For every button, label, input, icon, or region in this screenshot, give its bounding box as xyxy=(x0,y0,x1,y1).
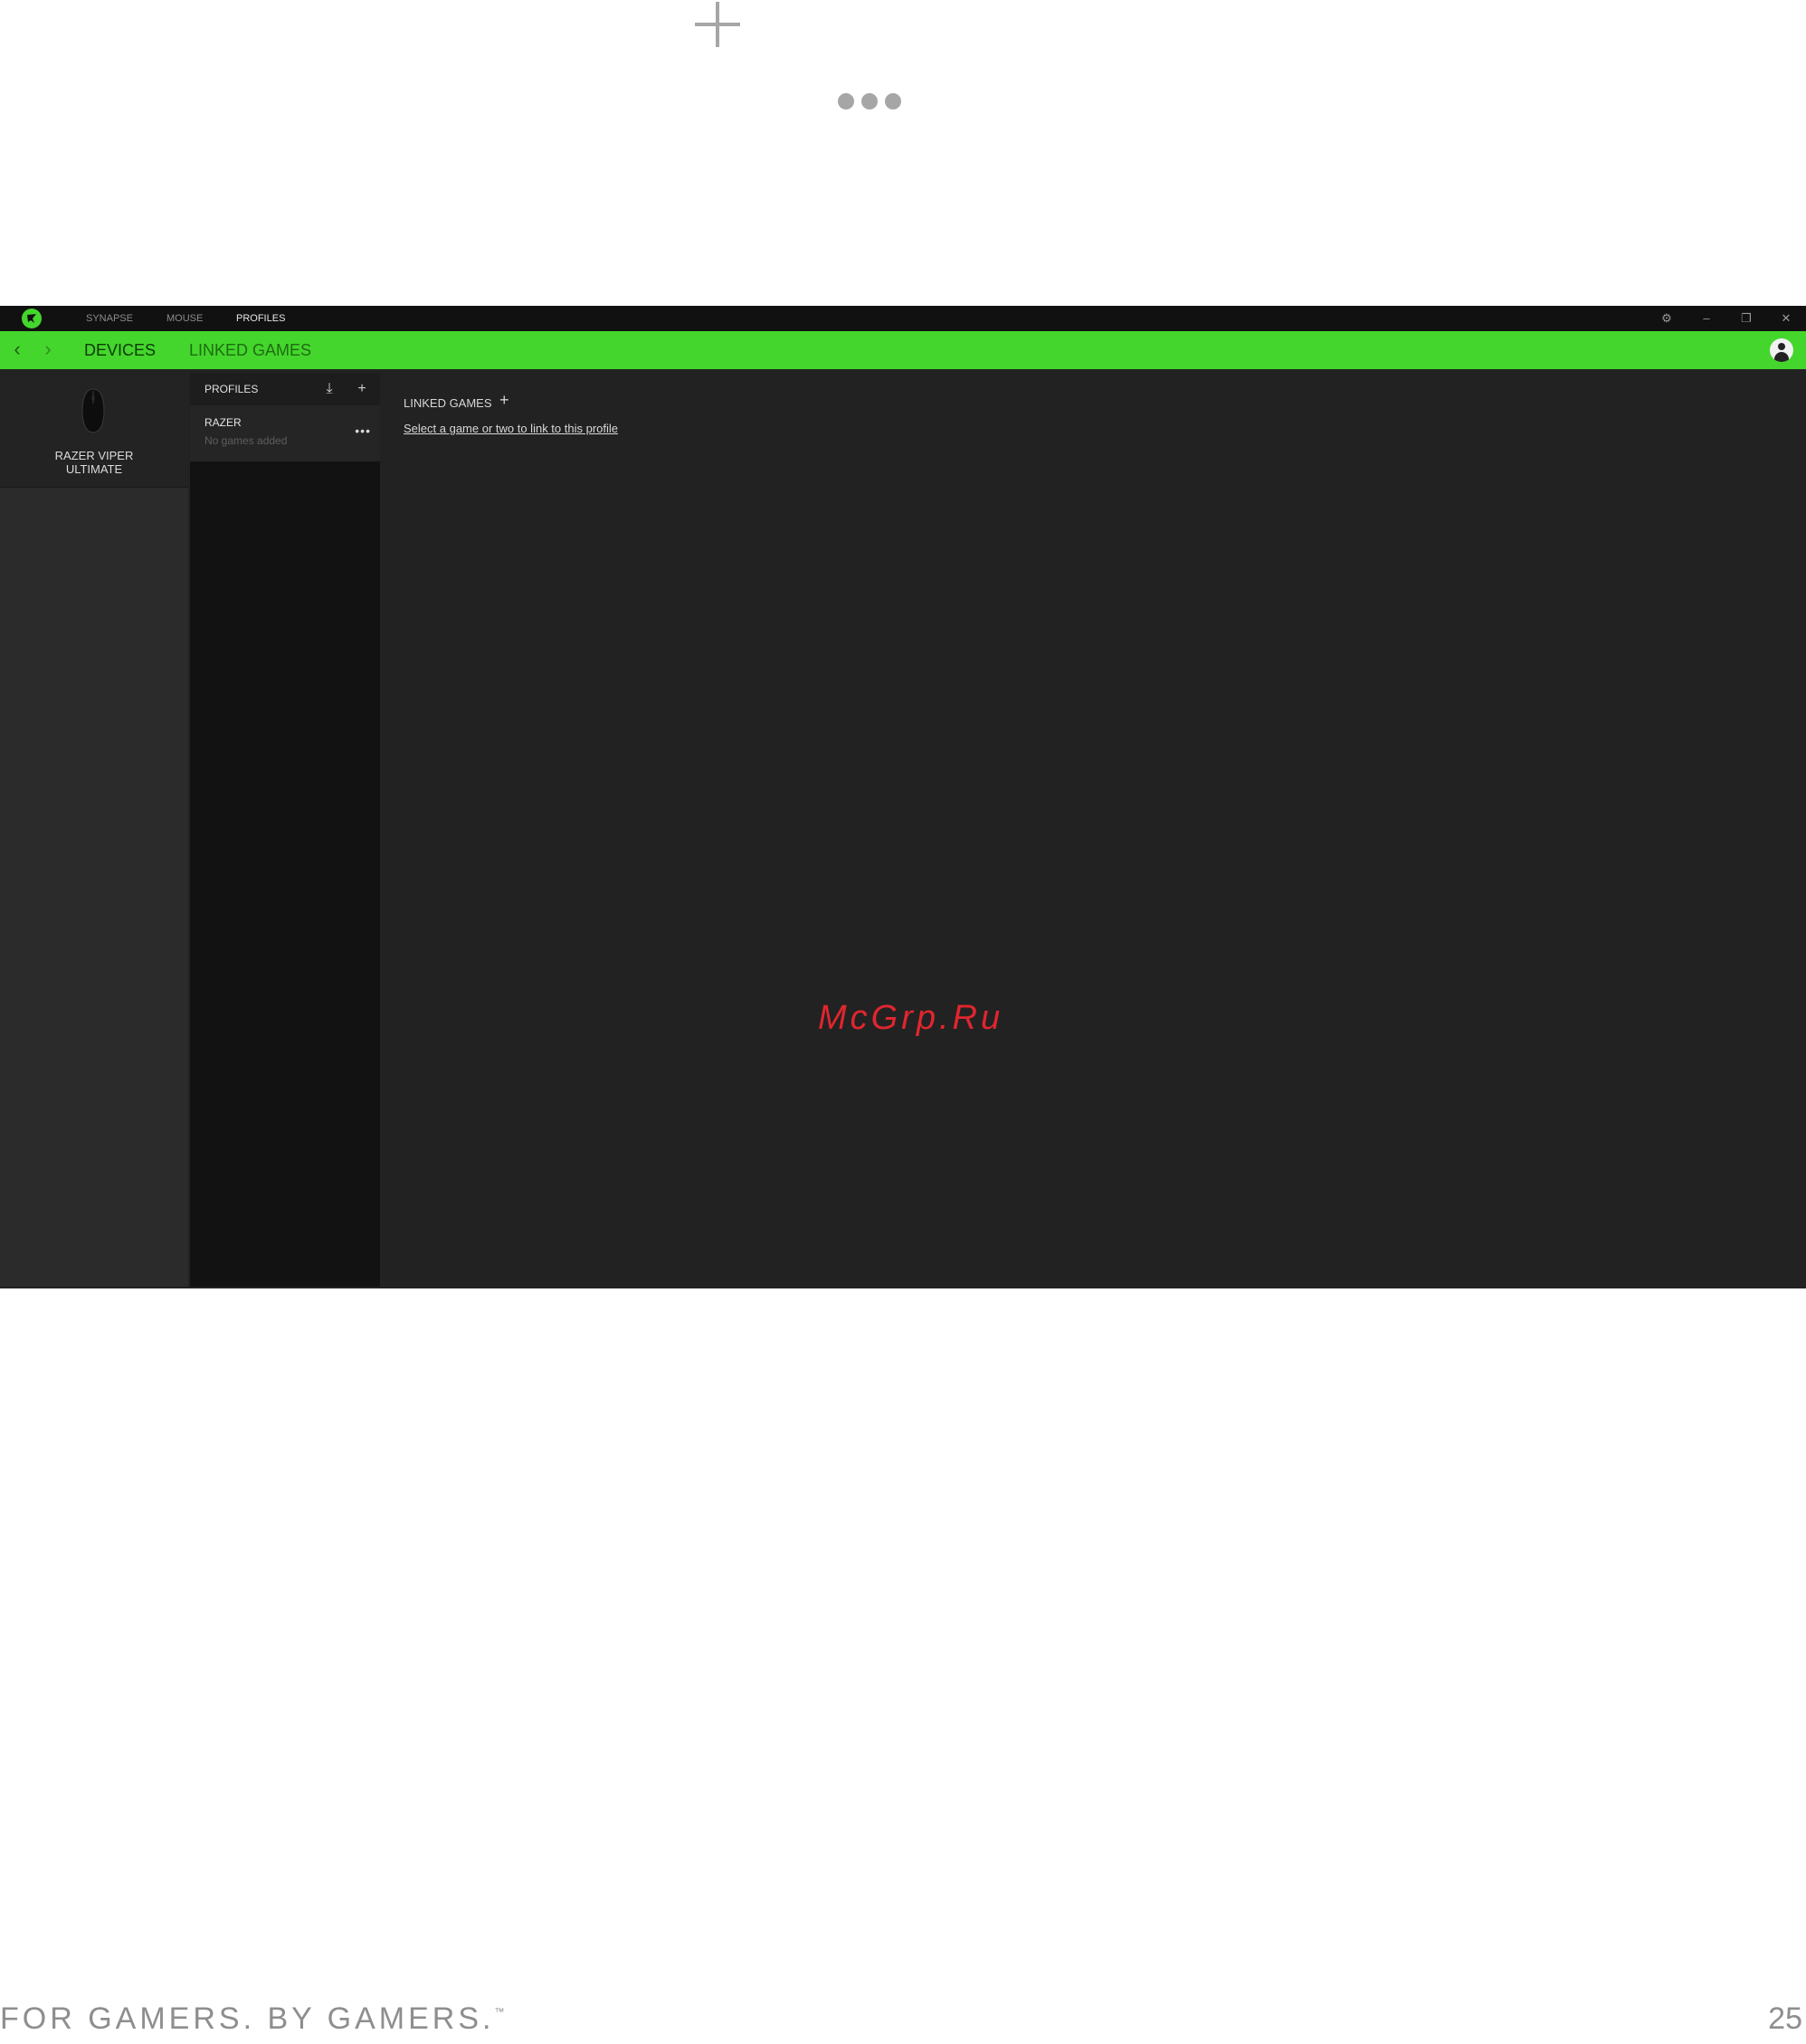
title-bar: SYNAPSE MOUSE PROFILES ⚙ – ❐ ✕ xyxy=(0,306,1806,331)
synapse-window: SYNAPSE MOUSE PROFILES ⚙ – ❐ ✕ ‹ › DEVIC… xyxy=(0,306,1806,1288)
profile-name: RAZER xyxy=(204,416,242,429)
profile-more-icon[interactable]: ••• xyxy=(355,423,371,438)
import-profile-icon[interactable]: ⤓ xyxy=(320,380,338,398)
link-game-prompt[interactable]: Select a game or two to link to this pro… xyxy=(404,422,618,435)
back-arrow-icon[interactable]: ‹ xyxy=(8,338,26,362)
tab-devices[interactable]: DEVICES xyxy=(84,331,156,369)
footer-slogan: FOR GAMERS. BY GAMERS.™ xyxy=(0,2001,505,2036)
razer-logo-icon[interactable] xyxy=(22,309,42,328)
user-account-icon[interactable] xyxy=(1770,338,1793,362)
profile-subtitle: No games added xyxy=(204,434,288,447)
profile-item[interactable]: RAZER No games added ••• xyxy=(190,405,380,461)
profiles-header: PROFILES ⤓ + xyxy=(190,373,380,405)
tab-linked-games[interactable]: LINKED GAMES xyxy=(189,331,311,369)
nav-profiles[interactable]: PROFILES xyxy=(236,306,285,331)
add-profile-icon[interactable]: + xyxy=(353,380,371,398)
close-icon[interactable]: ✕ xyxy=(1773,306,1800,331)
page-number: 25 xyxy=(1768,2001,1802,2036)
device-name: RAZER VIPER ULTIMATE xyxy=(54,449,134,476)
profiles-panel: PROFILES ⤓ + RAZER No games added ••• xyxy=(190,373,380,1287)
device-card-razer-viper-ultimate[interactable]: RAZER VIPER ULTIMATE xyxy=(0,373,188,488)
minimize-icon[interactable]: – xyxy=(1693,306,1720,331)
linked-games-panel: LINKED GAMES + Select a game or two to l… xyxy=(382,373,1804,1287)
mouse-icon xyxy=(81,388,105,433)
nav-mouse[interactable]: MOUSE xyxy=(166,306,203,331)
restore-icon[interactable]: ❐ xyxy=(1733,306,1760,331)
add-icon xyxy=(695,2,740,47)
more-options-icon xyxy=(838,93,901,109)
add-linked-game-icon[interactable]: + xyxy=(499,391,509,410)
device-list: RAZER VIPER ULTIMATE xyxy=(0,373,188,1287)
forward-arrow-icon[interactable]: › xyxy=(39,338,57,362)
linked-games-title: LINKED GAMES xyxy=(404,396,492,410)
nav-synapse[interactable]: SYNAPSE xyxy=(86,306,133,331)
profiles-title: PROFILES xyxy=(204,383,259,395)
sub-navigation-bar: ‹ › DEVICES LINKED GAMES xyxy=(0,331,1806,369)
settings-icon[interactable]: ⚙ xyxy=(1653,306,1680,331)
watermark: McGrp.Ru xyxy=(818,999,1004,1037)
